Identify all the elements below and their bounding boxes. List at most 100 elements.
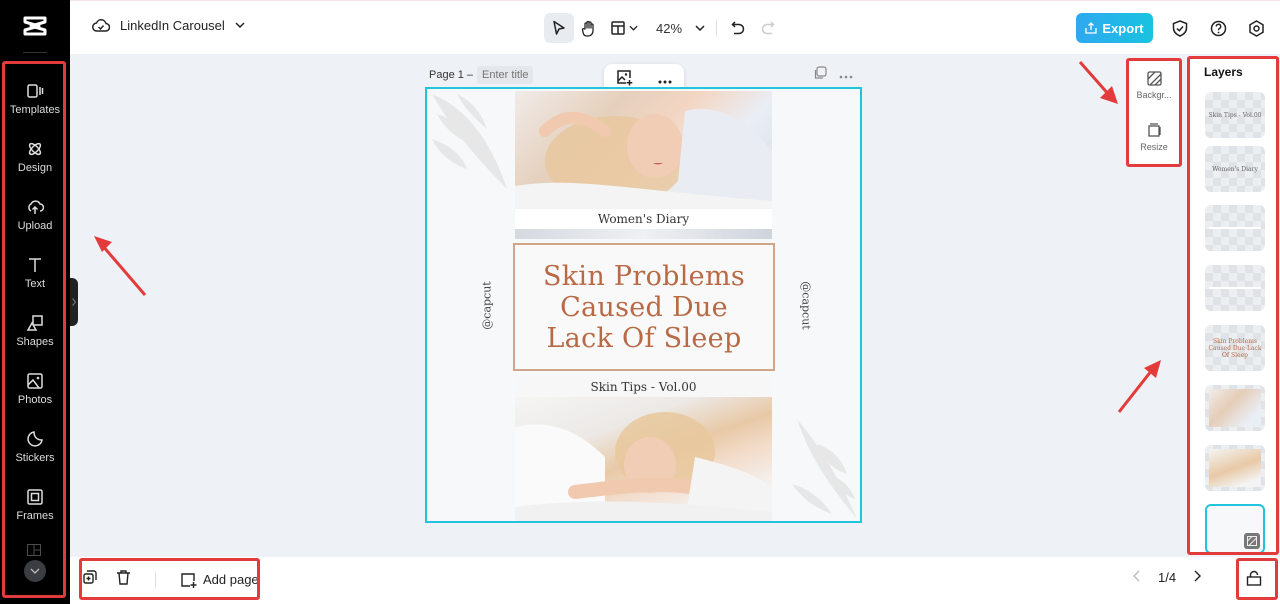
background-badge <box>1244 533 1260 549</box>
chevron-down-icon[interactable] <box>235 22 245 28</box>
layer-preview-shape <box>1209 287 1261 289</box>
layer-item[interactable]: Women's Diary <box>1205 146 1265 192</box>
redo-button[interactable] <box>753 13 783 43</box>
page-more-button[interactable] <box>839 66 853 85</box>
resize-button[interactable]: Resize <box>1128 111 1180 163</box>
add-page-icon <box>181 572 197 588</box>
sidebar-item-text[interactable]: Text <box>0 244 70 302</box>
lock-icon <box>1246 570 1262 586</box>
layout-dropdown-button[interactable] <box>604 13 644 43</box>
undo-icon <box>731 21 745 35</box>
duplicate-page-button[interactable] <box>813 66 827 85</box>
pointer-icon <box>553 20 565 35</box>
resize-icon <box>1147 122 1161 137</box>
upload-icon <box>28 200 44 214</box>
sidebar-item-upload[interactable]: Upload <box>0 186 70 244</box>
layer-item[interactable]: Skin Problems Caused Due Lack Of Sleep <box>1205 325 1265 371</box>
cloud-saved-icon[interactable] <box>92 17 110 33</box>
background-button[interactable]: Backgr... <box>1128 59 1180 111</box>
sidebar-item-label: Design <box>17 162 53 174</box>
sidebar-item-label: Shapes <box>16 336 54 348</box>
handle-text-left[interactable]: @capcut <box>481 281 494 329</box>
sleeping-woman-photo-top[interactable] <box>515 91 772 211</box>
layers-title: Layers <box>1204 65 1243 79</box>
collapse-panel-handle[interactable] <box>70 278 78 326</box>
sidebar-item-stickers[interactable]: Stickers <box>0 418 70 476</box>
help-button[interactable] <box>1206 16 1230 40</box>
duplicate-page-button[interactable] <box>82 569 98 590</box>
shield-button[interactable] <box>1168 16 1192 40</box>
redo-icon <box>761 21 775 35</box>
layer-item[interactable] <box>1205 205 1265 251</box>
layer-item-background[interactable] <box>1205 504 1265 554</box>
chevron-right-icon <box>72 298 76 306</box>
layer-item[interactable]: Skin Tips - Vol.00 <box>1205 92 1265 138</box>
top-caption[interactable]: Women's Diary <box>515 209 772 229</box>
photo-illustration <box>515 412 772 521</box>
background-icon <box>1247 536 1257 546</box>
sidebar-item-photos[interactable]: Photos <box>0 360 70 418</box>
zoom-dropdown-button[interactable] <box>690 13 710 43</box>
layout-icon <box>27 544 41 556</box>
zoom-level[interactable]: 42% <box>656 21 682 36</box>
layer-item[interactable] <box>1205 385 1265 431</box>
divider <box>23 52 47 53</box>
next-page-button[interactable] <box>1194 570 1202 585</box>
frames-icon <box>27 489 43 505</box>
delete-page-button[interactable] <box>116 569 131 590</box>
undo-button[interactable] <box>723 13 753 43</box>
resize-label: Resize <box>1140 141 1168 152</box>
hand-tool-button[interactable] <box>574 13 604 43</box>
sidebar-item-label: Upload <box>17 220 53 232</box>
add-page-label: Add page <box>203 572 259 587</box>
capcut-editor: Templates Design Upload Text Shapes Phot… <box>0 0 1280 604</box>
left-sidebar: Templates Design Upload Text Shapes Phot… <box>0 0 70 604</box>
project-title[interactable]: LinkedIn Carousel <box>120 18 225 33</box>
sidebar-item-templates[interactable]: Templates <box>0 70 70 128</box>
headline-line: Caused Due <box>560 291 728 323</box>
lock-button[interactable] <box>1246 570 1262 591</box>
annotation-arrow <box>94 236 147 296</box>
duplicate-add-icon <box>83 570 97 584</box>
page-number-label: Page 1 – <box>429 69 474 81</box>
page-title-input[interactable] <box>477 66 534 84</box>
more-horizontal-icon <box>839 75 853 79</box>
layer-item[interactable] <box>1205 265 1265 311</box>
top-toolbar: LinkedIn Carousel 42% Export <box>70 0 1280 54</box>
layer-preview-text: Skin Tips - Vol.00 <box>1208 111 1262 119</box>
layer-preview-shape <box>1209 227 1261 229</box>
select-tool-button[interactable] <box>544 13 574 43</box>
settings-button[interactable] <box>1244 16 1268 40</box>
more-tools-button[interactable] <box>24 560 46 582</box>
capcut-logo[interactable] <box>0 0 70 52</box>
background-label: Backgr... <box>1136 89 1172 100</box>
export-button[interactable]: Export <box>1076 13 1153 43</box>
sidebar-item-label: Templates <box>9 104 61 116</box>
page-navigator: 1/4 <box>1133 570 1202 585</box>
sidebar-item-design[interactable]: Design <box>0 128 70 186</box>
headline-line: Lack Of Sleep <box>546 322 742 354</box>
sidebar-item-frames[interactable]: Frames <box>0 476 70 534</box>
chevron-down-icon <box>695 25 705 31</box>
previous-page-button[interactable] <box>1133 570 1140 585</box>
sleeping-woman-photo-bottom[interactable] <box>515 397 772 521</box>
sidebar-item-label: Photos <box>17 394 53 406</box>
gear-icon <box>1248 19 1264 37</box>
export-label: Export <box>1102 20 1144 36</box>
photo-illustration <box>515 109 772 211</box>
divider <box>716 20 718 36</box>
bottom-caption[interactable]: Skin Tips - Vol.00 <box>515 377 772 397</box>
leaf-shadow-decoration <box>432 94 507 189</box>
leaf-shadow-decoration <box>792 419 857 519</box>
handle-text-right[interactable]: @capcut <box>800 281 813 329</box>
headline-box[interactable]: Skin Problems Caused Due Lack Of Sleep <box>513 243 775 371</box>
add-page-button[interactable]: Add page <box>180 572 259 588</box>
page-properties-panel: Backgr... Resize <box>1128 59 1180 166</box>
templates-icon <box>27 84 44 98</box>
sidebar-item-label: Stickers <box>15 452 55 464</box>
shapes-icon <box>26 315 43 331</box>
sidebar-item-shapes[interactable]: Shapes <box>0 302 70 360</box>
layer-item[interactable] <box>1205 445 1265 491</box>
canvas-page[interactable]: Women's Diary @capcut Skin Problems Caus… <box>425 87 862 523</box>
photos-icon <box>27 373 43 389</box>
